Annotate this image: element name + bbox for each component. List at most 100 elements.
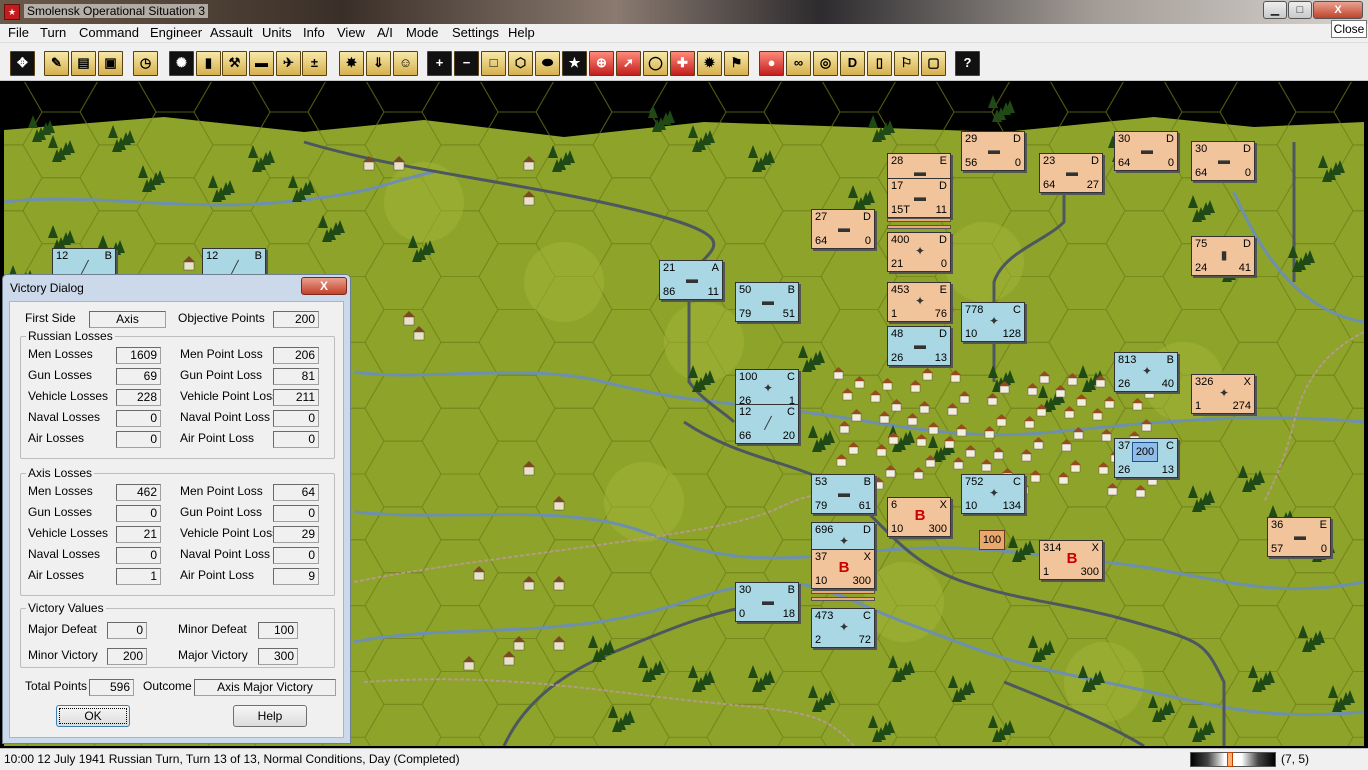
pillar-icon[interactable]: ▯ xyxy=(867,51,892,76)
axis-unit-counter[interactable]: 36 E ▬ 57 0 xyxy=(1267,517,1331,557)
menu-command[interactable]: Command xyxy=(79,25,139,40)
close-window-button[interactable]: X xyxy=(1313,1,1363,19)
soviet-unit-counter[interactable]: 30 B ▬ 0 18 xyxy=(735,582,799,622)
scroll-icon[interactable]: ✎ xyxy=(44,51,69,76)
menu-units[interactable]: Units xyxy=(262,25,292,40)
frame-icon[interactable]: ▢ xyxy=(921,51,946,76)
dialog-close-button[interactable]: X xyxy=(301,277,347,295)
menu-ai[interactable]: A/I xyxy=(377,25,393,40)
square-icon[interactable]: □ xyxy=(481,51,506,76)
oval-outline-icon[interactable]: ◯ xyxy=(643,51,668,76)
hex-grid-icon[interactable]: ⬡ xyxy=(508,51,533,76)
unit-attack: 64 xyxy=(1195,167,1208,179)
unit-quality: B xyxy=(787,284,795,296)
soviet-unit-counter[interactable]: 752 C ✦ 10 134 xyxy=(961,474,1025,514)
axis-unit-counter[interactable]: 400 D ✦ 21 0 xyxy=(887,232,951,272)
red-oval-icon[interactable]: ⬬ xyxy=(535,51,560,76)
menu-assault[interactable]: Assault xyxy=(210,25,253,40)
unit-strength: 100 xyxy=(739,371,758,383)
close-tooltip: Close xyxy=(1331,20,1367,38)
soviet-unit-counter[interactable]: 473 C ✦ 2 72 xyxy=(811,608,875,648)
objective-marker[interactable]: 100 xyxy=(979,530,1005,550)
bridge-icon: B xyxy=(914,507,926,524)
infantry-icon: ✦ xyxy=(988,314,1000,328)
unit-quality: C xyxy=(1013,476,1021,488)
red-cross-icon[interactable]: ✚ xyxy=(670,51,695,76)
major-victory-value: 300 xyxy=(258,648,298,665)
minimize-button[interactable]: ▁ xyxy=(1263,1,1287,19)
axis-unit-counter[interactable]: 37 X B 10 300 xyxy=(811,549,875,589)
unit-strength: 12 xyxy=(206,250,219,262)
axis-unit-counter[interactable]: 6 X B 10 300 xyxy=(887,497,951,537)
unit-defense: 0 xyxy=(1244,167,1251,179)
soviet-unit-counter[interactable]: 100 C ✦ 26 1 xyxy=(735,369,799,409)
target-icon[interactable]: ⊕ xyxy=(589,51,614,76)
axis-unit-counter[interactable]: 29 D ▬ 56 0 xyxy=(961,131,1025,171)
red-arrow-icon[interactable]: ➚ xyxy=(616,51,641,76)
objective-marker[interactable]: 200 xyxy=(1132,442,1158,462)
menu-help[interactable]: Help xyxy=(508,25,535,40)
truck-icon[interactable]: ▬ xyxy=(249,51,274,76)
menu-view[interactable]: View xyxy=(337,25,365,40)
soviet-unit-counter[interactable]: 53 B ▬ 79 61 xyxy=(811,474,875,514)
axis-unit-counter[interactable]: 30 D ▬ 64 0 xyxy=(1114,131,1178,171)
axis-unit-counter[interactable]: 326 X ✦ 1 274 xyxy=(1191,374,1255,414)
axis-unit-counter[interactable]: 23 D ▬ 64 27 xyxy=(1039,153,1103,193)
menu-info[interactable]: Info xyxy=(303,25,325,40)
menu-turn[interactable]: Turn xyxy=(40,25,66,40)
axis-unit-counter[interactable]: 314 X B 1 300 xyxy=(1039,540,1103,580)
axis-row-3-label: Naval Losses xyxy=(28,547,101,561)
menu-file[interactable]: File xyxy=(8,25,29,40)
d-letter-icon[interactable]: D xyxy=(840,51,865,76)
explosion-icon[interactable]: ✸ xyxy=(339,51,364,76)
plane-icon[interactable]: ✈ xyxy=(276,51,301,76)
axis-unit-counter[interactable]: 27 D ▬ 64 0 xyxy=(811,209,875,249)
zoom-out-icon[interactable]: − xyxy=(454,51,479,76)
unit-quality: D xyxy=(1091,155,1099,167)
unit-attack: 64 xyxy=(815,235,828,247)
compass-icon[interactable]: ✥ xyxy=(10,51,35,76)
flag-arrow-icon[interactable]: ⚑ xyxy=(724,51,749,76)
flag-icon[interactable]: ⚐ xyxy=(894,51,919,76)
leader-portrait-icon[interactable]: ☺ xyxy=(393,51,418,76)
shovel-icon[interactable]: ⚒ xyxy=(222,51,247,76)
soviet-unit-counter[interactable]: 21 A ▬ 86 11 xyxy=(659,260,723,300)
unit-defense: 13 xyxy=(1161,464,1174,476)
menu-settings[interactable]: Settings xyxy=(452,25,499,40)
clock-icon[interactable]: ◷ xyxy=(133,51,158,76)
soviet-unit-counter[interactable]: 12 C ╱ 66 20 xyxy=(735,404,799,444)
open-folder-icon[interactable]: ▤ xyxy=(71,51,96,76)
zoom-in-icon[interactable]: + xyxy=(427,51,452,76)
maximize-button[interactable]: □ xyxy=(1288,1,1312,19)
download-icon[interactable]: ⇓ xyxy=(366,51,391,76)
menu-mode[interactable]: Mode xyxy=(406,25,439,40)
axis-unit-counter[interactable]: 30 D ▬ 64 0 xyxy=(1191,141,1255,181)
help-icon[interactable]: ? xyxy=(955,51,980,76)
unit-quality: D xyxy=(1166,133,1174,145)
menu-engineer[interactable]: Engineer xyxy=(150,25,202,40)
soviet-unit-counter[interactable]: 50 B ▬ 79 51 xyxy=(735,282,799,322)
axis-row-1-value: 0 xyxy=(116,505,161,522)
soviet-unit-counter[interactable]: 813 B ✦ 26 40 xyxy=(1114,352,1178,392)
explosion-unit-icon[interactable]: ✹ xyxy=(697,51,722,76)
unit-defense: 11 xyxy=(935,204,947,216)
russian-row-0-point-label: Men Point Loss xyxy=(180,347,263,361)
plus-minus-icon[interactable]: ± xyxy=(302,51,327,76)
star-icon[interactable]: ★ xyxy=(562,51,587,76)
unit-quality: B xyxy=(1166,354,1174,366)
major-victory-label: Major Victory xyxy=(178,648,248,662)
axis-unit-counter[interactable]: 453 E ✦ 1 76 xyxy=(887,282,951,322)
shell-icon[interactable]: ▮ xyxy=(196,51,221,76)
unit-strength: 326 xyxy=(1195,376,1214,388)
axis-unit-counter[interactable]: 17 D ▬ 15T 11 xyxy=(887,178,951,218)
burst-icon[interactable]: ✺ xyxy=(169,51,194,76)
axis-unit-counter[interactable]: 75 D ▮ 24 41 xyxy=(1191,236,1255,276)
soviet-unit-counter[interactable]: 48 D ▬ 26 13 xyxy=(887,326,951,366)
save-icon[interactable]: ▣ xyxy=(98,51,123,76)
help-button[interactable]: Help xyxy=(233,705,307,727)
radar-icon[interactable]: ◎ xyxy=(813,51,838,76)
binoculars-icon[interactable]: ∞ xyxy=(786,51,811,76)
red-disc-icon[interactable]: ● xyxy=(759,51,784,76)
soviet-unit-counter[interactable]: 778 C ✦ 10 128 xyxy=(961,302,1025,342)
ok-button[interactable]: OK xyxy=(56,705,130,727)
